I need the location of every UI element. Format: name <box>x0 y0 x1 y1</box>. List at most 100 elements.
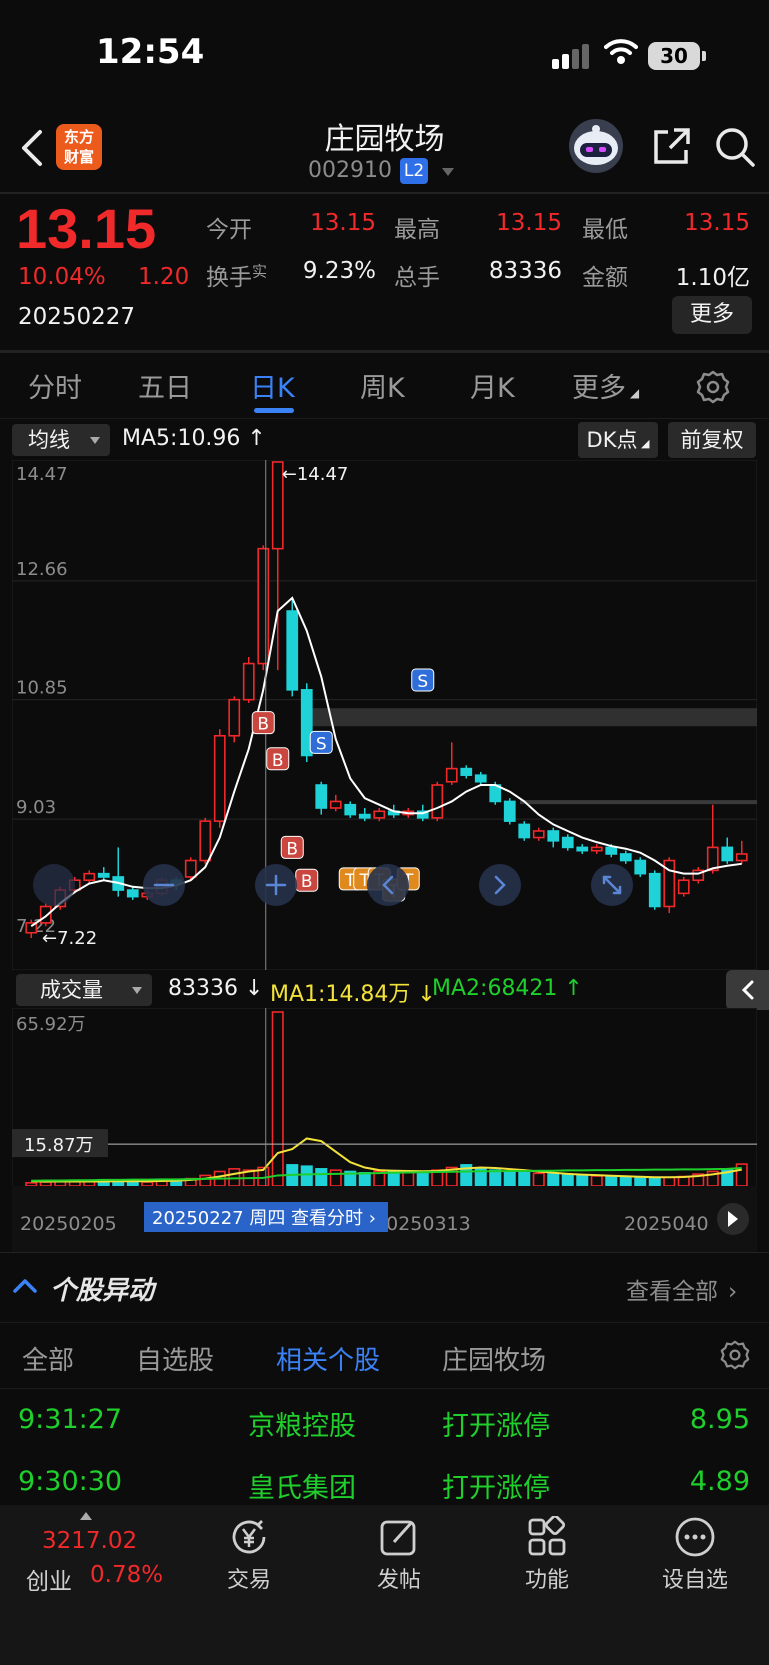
chevron-down-icon[interactable] <box>442 168 454 176</box>
open-label: 今开 <box>206 217 252 243</box>
divider <box>0 192 769 194</box>
candle-body <box>39 905 52 924</box>
kline-chart[interactable]: 14.4712.6610.859.037.22←14.47←7.22BBBBSS… <box>12 460 757 970</box>
index-value[interactable]: 3217.02 <box>42 1528 137 1554</box>
candle-body <box>561 836 574 849</box>
volume-bar <box>329 1169 342 1187</box>
volume-ma1-readout: MA1:14.84万 ↓ <box>270 982 436 1007</box>
change-percent: 10.04% <box>18 264 106 290</box>
tab-weekly-k[interactable]: 周K <box>360 366 405 405</box>
subtab-stock[interactable]: 庄园牧场 <box>442 1340 546 1377</box>
divider <box>0 1252 769 1253</box>
battery-tip <box>702 51 706 61</box>
volume-bar <box>402 1170 415 1187</box>
low-label: 最低 <box>582 217 628 243</box>
candle-body <box>648 872 661 908</box>
candle-body <box>329 800 342 809</box>
index-change[interactable]: 0.78% <box>90 1562 163 1588</box>
candle-body <box>474 774 487 783</box>
candle-body <box>257 547 270 665</box>
y-tick-label: 14.47 <box>16 464 68 485</box>
subtab-all[interactable]: 全部 <box>22 1340 74 1377</box>
dk-point-button[interactable]: DK点 ◢ <box>578 422 658 458</box>
subtab-watchlist[interactable]: 自选股 <box>136 1340 214 1377</box>
tab-more[interactable]: 更多 ◢ <box>572 366 639 405</box>
collapse-panel-button[interactable] <box>726 970 769 1010</box>
add-watchlist-label[interactable]: 设自选 <box>646 1562 744 1594</box>
volume-value: 83336 <box>488 258 562 284</box>
high-value: 13.15 <box>496 210 562 236</box>
movement-row-value: 4.89 <box>689 1466 750 1497</box>
divider <box>0 1322 769 1323</box>
divider <box>0 1388 769 1389</box>
chevron-up-icon[interactable] <box>12 1276 38 1294</box>
turnover-value: 9.23% <box>302 258 376 284</box>
volume-bar <box>300 1165 313 1187</box>
index-name[interactable]: 创业 <box>26 1562 72 1596</box>
subtab-related[interactable]: 相关个股 <box>276 1340 380 1377</box>
tab-intraday[interactable]: 分时 <box>28 366 82 405</box>
high-marker: ←14.47 <box>282 464 349 485</box>
tab-five-day[interactable]: 五日 <box>138 366 192 405</box>
movement-row-name[interactable]: 京粮控股 <box>248 1404 356 1443</box>
zoom-right-button[interactable] <box>479 864 521 906</box>
low-marker: ←7.22 <box>42 928 97 949</box>
expand-up-icon[interactable] <box>80 1512 92 1520</box>
crosshair-value: 15.87万 <box>24 1135 94 1156</box>
date-label: 20250205 <box>20 1213 117 1235</box>
volume-indicator-selector[interactable]: 成交量 <box>16 974 152 1006</box>
ma-selector[interactable]: 均线 <box>12 424 110 456</box>
movement-row-name[interactable]: 皇氏集团 <box>248 1466 356 1505</box>
volume-bar <box>416 1171 429 1187</box>
candle-body <box>213 734 226 822</box>
function-label[interactable]: 功能 <box>498 1562 596 1594</box>
amount-label: 金额 <box>582 265 628 291</box>
volume-bar <box>358 1172 371 1187</box>
y-tick-label: 10.85 <box>16 678 68 699</box>
tab-daily-k[interactable]: 日K <box>250 366 295 405</box>
candle-body <box>576 846 589 852</box>
scroll-left-button[interactable] <box>33 864 75 906</box>
divider <box>0 350 769 353</box>
candle-body <box>619 853 632 862</box>
status-time: 12:54 <box>96 32 205 72</box>
level2-badge[interactable]: L2 <box>400 158 428 184</box>
post-label[interactable]: 发帖 <box>350 1562 448 1594</box>
volume-bar <box>503 1170 516 1187</box>
volume-bar <box>605 1175 618 1187</box>
tab-monthly-k[interactable]: 月K <box>470 366 515 405</box>
share-icon[interactable] <box>650 126 692 168</box>
buy-signal-label: B <box>301 872 313 892</box>
quote-date: 20250227 <box>18 304 136 330</box>
volume-bar <box>489 1169 502 1187</box>
volume-bar <box>663 1176 676 1187</box>
candle-body <box>126 889 139 898</box>
candle-body <box>677 879 690 895</box>
search-icon[interactable] <box>714 126 756 168</box>
change-amount: 1.20 <box>138 264 190 290</box>
ma5-readout: MA5:10.96 ↑ <box>122 426 266 451</box>
movement-row-event: 打开涨停 <box>442 1473 550 1504</box>
robot-assistant-icon[interactable] <box>566 118 626 174</box>
candle-body <box>373 810 386 819</box>
candle-body <box>358 813 371 819</box>
volume-chart[interactable]: 65.92万 15.87万 20250205 20250313 2025040 20250… <box>12 1008 757 1252</box>
volume-bar <box>590 1175 603 1187</box>
candle-body <box>634 859 647 875</box>
volume-ma2-readout: MA2:68421 ↑ <box>432 976 583 1001</box>
candle-body <box>605 846 618 855</box>
candle-body <box>344 803 357 816</box>
more-quote-button[interactable]: 更多 <box>672 296 752 334</box>
yen-icon[interactable] <box>228 1516 270 1558</box>
gear-icon[interactable] <box>720 1340 750 1370</box>
open-value: 13.15 <box>310 210 376 236</box>
view-all-link[interactable]: 查看全部 › <box>626 1272 737 1306</box>
trade-label[interactable]: 交易 <box>200 1562 298 1594</box>
movement-section-title: 个股异动 <box>50 1276 155 1306</box>
zoom-left-button[interactable] <box>367 864 409 906</box>
gear-icon[interactable] <box>696 370 730 404</box>
grid-icon[interactable] <box>526 1516 568 1558</box>
edit-icon[interactable] <box>378 1516 420 1558</box>
adjust-button[interactable]: 前复权 <box>668 422 756 458</box>
more-icon[interactable] <box>674 1516 716 1558</box>
